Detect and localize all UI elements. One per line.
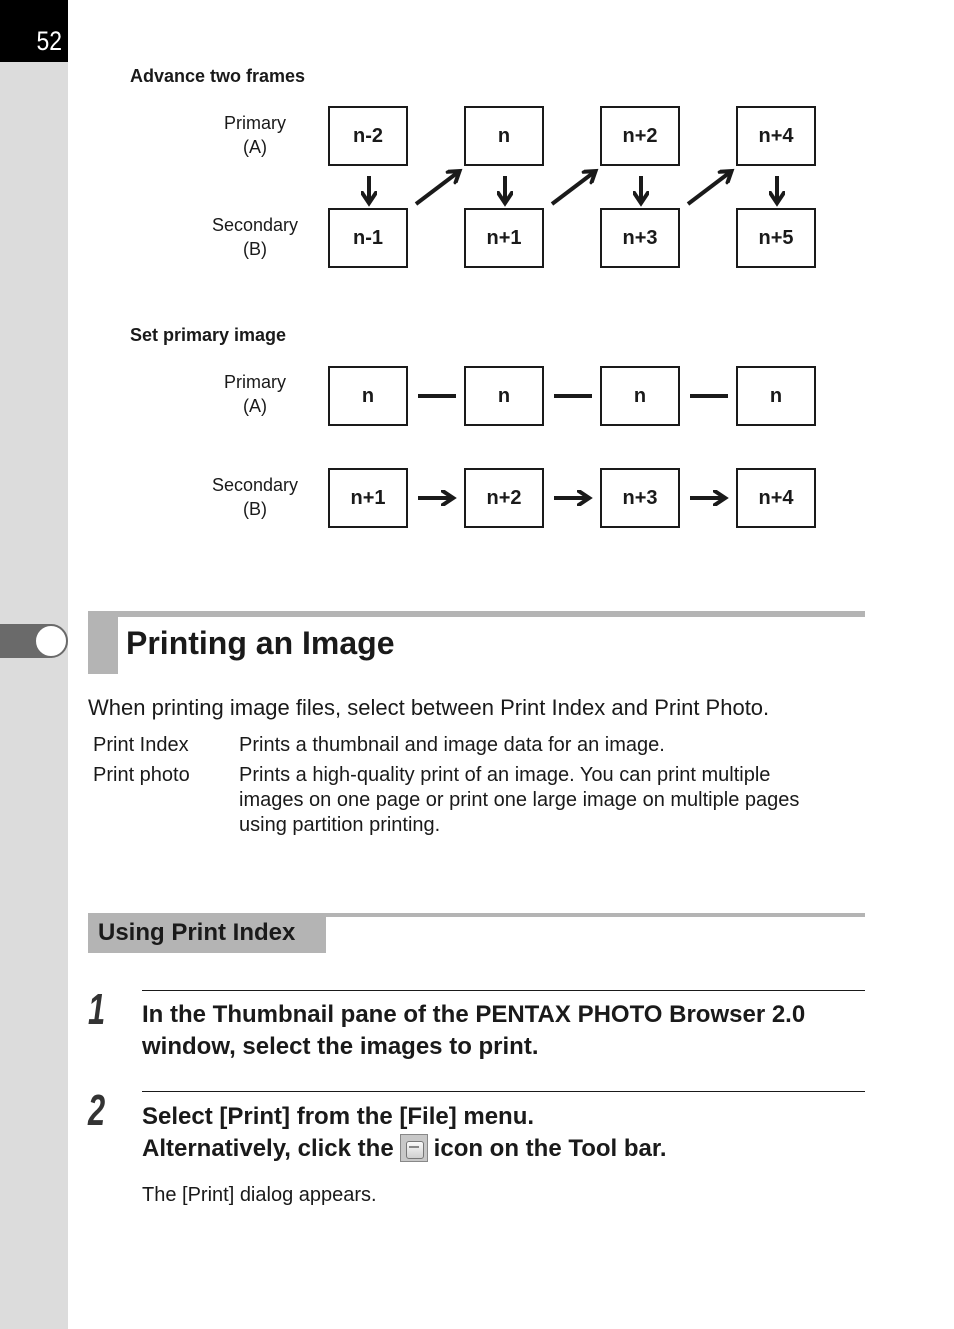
- diagram-connectors-set-primary: [418, 394, 954, 560]
- step-number: 2: [88, 1086, 106, 1135]
- step-rule: [142, 990, 865, 991]
- subsection-title: Using Print Index: [98, 919, 296, 946]
- step-note: The [Print] dialog appears.: [142, 1184, 377, 1206]
- heading-rule: [88, 611, 865, 617]
- chapter-tab-marker: [0, 624, 68, 658]
- heading-side-bar: [88, 611, 118, 674]
- definition-desc: Prints a high-quality print of an image.…: [239, 764, 800, 836]
- definition-term: Print photo: [93, 764, 190, 786]
- definition-term: Print Index: [93, 734, 189, 756]
- definition-desc: Prints a thumbnail and image data for an…: [239, 734, 665, 756]
- step-text: In the Thumbnail pane of the PENTAX PHOT…: [142, 1001, 806, 1060]
- step-rule: [142, 1091, 865, 1092]
- section-title: Printing an Image: [126, 625, 395, 661]
- printer-icon: [399, 1134, 428, 1162]
- intro-text: When printing image files, select betwee…: [88, 695, 770, 720]
- step-text: Select [Print] from the [File] menu. Alt…: [142, 1103, 667, 1162]
- step-number: 1: [88, 985, 106, 1034]
